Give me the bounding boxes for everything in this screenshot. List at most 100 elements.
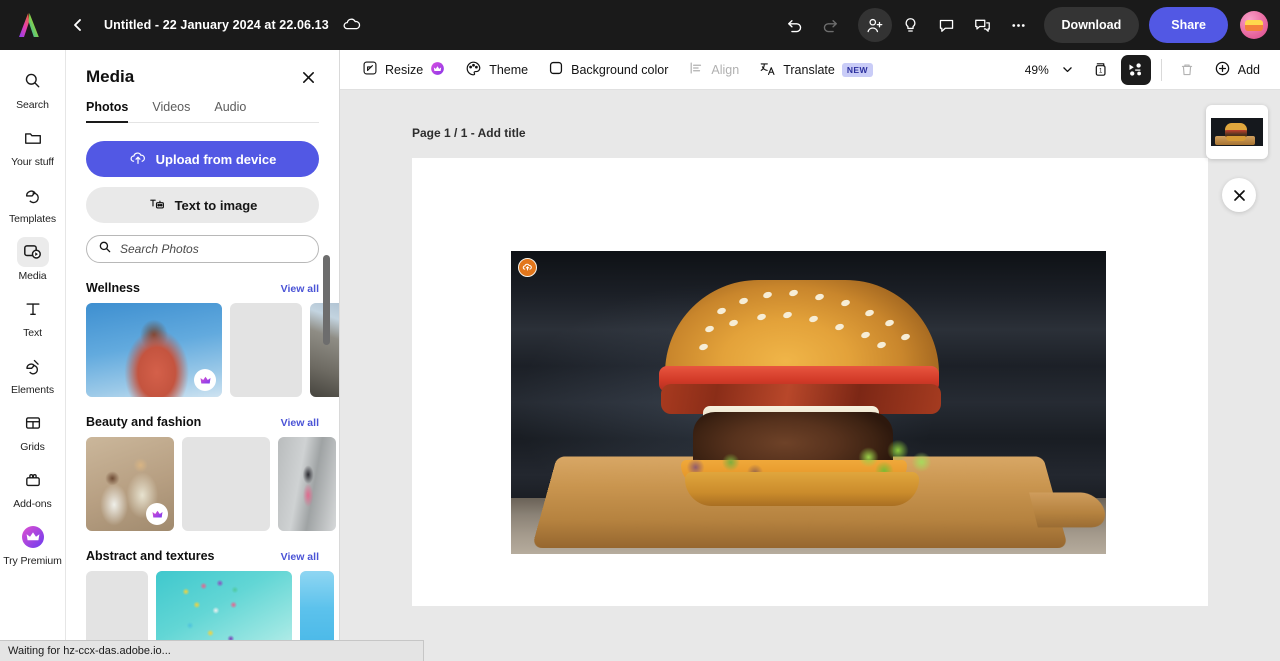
plus-circle-icon: [1214, 60, 1231, 80]
tab-audio[interactable]: Audio: [214, 100, 246, 123]
document-title[interactable]: Untitled - 22 January 2024 at 22.06.13: [104, 18, 329, 32]
comment-icon[interactable]: [930, 8, 964, 42]
sidebar-item-try-premium[interactable]: Try Premium: [0, 516, 66, 572]
media-panel: Media Photos Videos Audio Upload from de…: [66, 50, 340, 661]
section-header: Abstract and textures View all: [66, 549, 339, 563]
media-thumbnail[interactable]: [182, 437, 270, 531]
premium-crown-icon: [146, 503, 168, 525]
thumbnail-row: [66, 437, 339, 531]
section-beauty-and-fashion: Beauty and fashion View all: [66, 415, 339, 531]
sidebar-item-elements[interactable]: Elements: [0, 345, 66, 401]
lightbulb-icon[interactable]: [894, 8, 928, 42]
text-to-image-icon: [148, 195, 166, 216]
chat-bubbles-icon[interactable]: [966, 8, 1000, 42]
media-panel-title: Media: [86, 67, 134, 87]
resize-label: Resize: [385, 63, 423, 77]
section-title: Beauty and fashion: [86, 415, 201, 429]
canvas-image-burger[interactable]: [511, 251, 1106, 554]
page-title-label[interactable]: Page 1 / 1 - Add title: [412, 126, 526, 140]
sidebar-item-your-stuff[interactable]: Your stuff: [0, 117, 66, 173]
avatar-image: [1245, 20, 1263, 31]
user-avatar[interactable]: [1240, 11, 1268, 39]
premium-image-badge-icon[interactable]: [518, 258, 537, 277]
close-pages-panel-icon[interactable]: [1222, 178, 1256, 212]
zoom-level-value: 49%: [1025, 63, 1049, 77]
search-photos-box[interactable]: [86, 235, 319, 263]
trash-icon: [1172, 55, 1202, 85]
media-tabs: Photos Videos Audio: [86, 100, 319, 123]
upload-button-label: Upload from device: [156, 152, 277, 167]
sidebar-item-templates[interactable]: Templates: [0, 174, 66, 230]
media-thumbnail[interactable]: [86, 437, 174, 531]
download-button[interactable]: Download: [1044, 7, 1140, 43]
sidebar-label: Try Premium: [3, 555, 62, 567]
page-thumbnail-image: [1211, 118, 1263, 146]
tab-videos[interactable]: Videos: [152, 100, 190, 123]
top-bar-actions: Download Share: [778, 7, 1280, 43]
background-color-button[interactable]: Background color: [538, 55, 678, 85]
page-1-thumbnail[interactable]: [1206, 105, 1268, 159]
add-ons-icon: [17, 465, 49, 495]
sidebar-item-media[interactable]: Media: [0, 231, 66, 287]
share-button[interactable]: Share: [1149, 7, 1228, 43]
media-panel-header: Media: [66, 50, 339, 88]
sidebar-item-grids[interactable]: Grids: [0, 402, 66, 458]
text-to-image-label: Text to image: [175, 198, 258, 213]
media-thumbnail[interactable]: [278, 437, 336, 531]
section-wellness: Wellness View all: [66, 281, 339, 397]
add-label: Add: [1238, 63, 1260, 77]
view-all-link[interactable]: View all: [281, 283, 319, 295]
view-all-link[interactable]: View all: [281, 551, 319, 563]
theme-button[interactable]: Theme: [455, 55, 538, 85]
download-button-label: Download: [1062, 18, 1122, 32]
pages-icon[interactable]: 1: [1087, 55, 1117, 85]
view-all-link[interactable]: View all: [281, 417, 319, 429]
back-button[interactable]: [64, 11, 92, 39]
premium-crown-icon: [194, 369, 216, 391]
tab-photos[interactable]: Photos: [86, 100, 128, 123]
media-icon: [17, 237, 49, 267]
translate-button[interactable]: Translate NEW: [749, 55, 883, 85]
text-to-image-button[interactable]: Text to image: [86, 187, 319, 223]
media-thumbnail[interactable]: [230, 303, 302, 397]
crown-icon: [430, 61, 445, 79]
search-icon: [17, 66, 49, 96]
thumbnail-row: [66, 303, 339, 397]
image-burger-stack: [659, 280, 945, 492]
adobe-express-logo-icon[interactable]: [12, 8, 46, 42]
search-icon: [98, 240, 112, 259]
page-sheet[interactable]: [412, 158, 1208, 606]
sidebar-item-add-ons[interactable]: Add-ons: [0, 459, 66, 515]
thumb-burger: [1225, 123, 1247, 141]
add-button[interactable]: Add: [1206, 55, 1268, 85]
section-title: Wellness: [86, 281, 140, 295]
media-panel-scrollbar[interactable]: [323, 255, 330, 345]
align-button: Align: [678, 55, 749, 85]
zoom-dropdown-chevron-down-icon[interactable]: [1053, 55, 1083, 85]
media-thumbnail[interactable]: [86, 303, 222, 397]
close-icon[interactable]: [297, 66, 319, 88]
image-board-handle: [1029, 492, 1106, 527]
resize-button[interactable]: Resize: [352, 55, 455, 85]
grids-icon: [17, 408, 49, 438]
canvas-area[interactable]: Page 1 / 1 - Add title: [340, 90, 1280, 661]
section-header: Wellness View all: [66, 281, 339, 295]
upload-cloud-icon: [129, 149, 147, 170]
search-photos-input[interactable]: [120, 242, 307, 256]
sidebar-item-text[interactable]: Text: [0, 288, 66, 344]
redo-icon[interactable]: [814, 8, 848, 42]
animate-icon[interactable]: [1121, 55, 1151, 85]
elements-icon: [17, 351, 49, 381]
folder-icon: [17, 123, 49, 153]
sidebar-label: Add-ons: [13, 498, 51, 510]
status-bar: Waiting for hz-ccx-das.adobe.io...: [0, 640, 424, 661]
undo-icon[interactable]: [778, 8, 812, 42]
pages-panel: [1206, 105, 1272, 212]
upload-from-device-button[interactable]: Upload from device: [86, 141, 319, 177]
sidebar-label: Search: [16, 99, 49, 111]
sidebar-label: Text: [23, 327, 42, 339]
sidebar-item-search[interactable]: Search: [0, 60, 66, 116]
more-options-icon[interactable]: [1002, 8, 1036, 42]
add-person-icon[interactable]: [858, 8, 892, 42]
sidebar-label: Your stuff: [11, 156, 54, 168]
